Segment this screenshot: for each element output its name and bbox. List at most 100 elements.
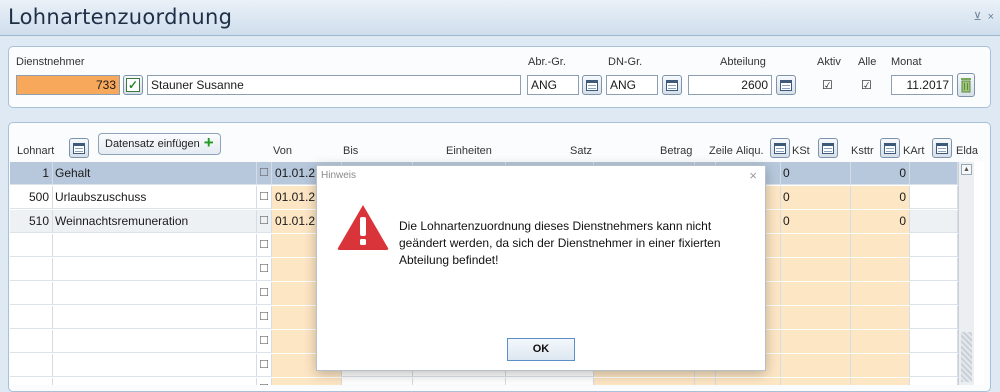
table-cell-kart[interactable]: 0 xyxy=(851,210,910,233)
close-icon[interactable]: × xyxy=(988,11,994,23)
table-cell[interactable] xyxy=(506,378,594,385)
table-cell-ksttr[interactable]: 0 xyxy=(781,210,851,233)
table-cell-cb[interactable]: ☐ xyxy=(257,354,272,377)
table-cell-cb[interactable]: ☐ xyxy=(257,234,272,257)
alle-checkbox[interactable]: ☑ xyxy=(861,78,872,92)
table-cell[interactable] xyxy=(910,378,958,385)
table-cell-ksttr[interactable]: 0 xyxy=(781,186,851,209)
ksttr-lookup-button[interactable] xyxy=(880,138,900,158)
table-cell-kart[interactable] xyxy=(851,354,910,377)
table-cell-name[interactable]: Weinnachtsremuneration xyxy=(53,210,257,233)
table-cell-nr[interactable]: 500 xyxy=(10,186,53,209)
lohnart-lookup-button[interactable] xyxy=(69,138,89,158)
dialog-close-icon[interactable]: × xyxy=(749,168,757,183)
table-cell-kst[interactable] xyxy=(716,378,781,385)
table-cell-kart[interactable]: 0 xyxy=(851,186,910,209)
abr-gr-lookup-button[interactable] xyxy=(582,75,602,95)
table-cell[interactable] xyxy=(910,162,958,185)
vertical-scrollbar[interactable]: ▲ xyxy=(958,162,974,385)
table-cell-ksttr[interactable] xyxy=(781,234,851,257)
table-cell[interactable] xyxy=(910,354,958,377)
table-cell-ksttr[interactable] xyxy=(781,258,851,281)
table-cell[interactable] xyxy=(910,210,958,233)
table-cell[interactable] xyxy=(413,378,506,385)
table-cell-cb[interactable]: ☐ xyxy=(257,258,272,281)
table-cell-kart[interactable] xyxy=(851,258,910,281)
table-cell[interactable] xyxy=(695,378,716,385)
table-cell-von[interactable] xyxy=(272,378,342,385)
table-cell-ksttr[interactable] xyxy=(781,378,851,385)
col-lohnart[interactable]: Lohnart xyxy=(17,145,54,157)
table-cell-nr[interactable] xyxy=(10,354,53,377)
col-elda[interactable]: Elda xyxy=(956,145,978,157)
table-cell-kart[interactable] xyxy=(851,234,910,257)
table-cell-nr[interactable] xyxy=(10,258,53,281)
dienstnehmer-name-input[interactable]: Stauner Susanne xyxy=(147,75,521,95)
dn-gr-input[interactable]: ANG xyxy=(606,75,658,95)
table-cell-cb[interactable]: ☐ xyxy=(257,186,272,209)
kart-lookup-button[interactable] xyxy=(932,138,952,158)
table-cell-cb[interactable]: ☐ xyxy=(257,162,272,185)
table-cell-name[interactable] xyxy=(53,354,257,377)
table-row[interactable]: ☐ xyxy=(10,378,958,385)
confirm-button[interactable]: ✓ xyxy=(123,75,143,95)
col-einheiten[interactable]: Einheiten xyxy=(446,145,492,157)
table-cell[interactable] xyxy=(910,186,958,209)
col-satz[interactable]: Satz xyxy=(570,145,592,157)
table-cell-cb[interactable]: ☐ xyxy=(257,282,272,305)
table-cell-cb[interactable]: ☐ xyxy=(257,330,272,353)
table-cell-name[interactable]: Gehalt xyxy=(53,162,257,185)
ok-button[interactable]: OK xyxy=(507,338,575,361)
table-cell-nr[interactable] xyxy=(10,330,53,353)
monat-input[interactable]: 11.2017 xyxy=(891,75,953,95)
table-cell[interactable] xyxy=(910,234,958,257)
table-cell[interactable] xyxy=(342,378,413,385)
dn-gr-lookup-button[interactable] xyxy=(662,75,682,95)
kst-lookup-button[interactable] xyxy=(770,138,790,158)
table-cell[interactable] xyxy=(594,378,695,385)
col-betrag[interactable]: Betrag xyxy=(660,145,692,157)
table-cell-ksttr[interactable] xyxy=(781,306,851,329)
kst-filter-button[interactable] xyxy=(818,138,838,158)
dienstnehmer-nr-input[interactable]: 733 xyxy=(16,75,120,95)
table-cell-name[interactable] xyxy=(53,282,257,305)
table-cell-name[interactable] xyxy=(53,258,257,281)
table-cell-ksttr[interactable] xyxy=(781,282,851,305)
abteilung-input[interactable]: 2600 xyxy=(688,75,772,95)
col-ksttr[interactable]: Ksttr xyxy=(851,145,874,157)
abr-gr-input[interactable]: ANG xyxy=(527,75,579,95)
table-cell-kart[interactable]: 0 xyxy=(851,162,910,185)
aktiv-checkbox[interactable]: ☑ xyxy=(822,78,833,92)
table-cell-name[interactable] xyxy=(53,378,257,385)
table-cell-name[interactable]: Urlaubszuschuss xyxy=(53,186,257,209)
table-cell-name[interactable] xyxy=(53,234,257,257)
monat-reset-button[interactable] xyxy=(957,73,975,97)
table-cell-kart[interactable] xyxy=(851,306,910,329)
table-cell-ksttr[interactable] xyxy=(781,354,851,377)
table-cell-nr[interactable] xyxy=(10,282,53,305)
col-bis[interactable]: Bis xyxy=(343,145,358,157)
table-cell-cb[interactable]: ☐ xyxy=(257,378,272,385)
table-cell[interactable] xyxy=(910,306,958,329)
table-cell-kart[interactable] xyxy=(851,282,910,305)
table-cell[interactable] xyxy=(910,258,958,281)
col-aliqu[interactable]: Aliqu. xyxy=(736,145,764,157)
table-cell-nr[interactable] xyxy=(10,234,53,257)
table-cell-nr[interactable]: 510 xyxy=(10,210,53,233)
table-cell-name[interactable] xyxy=(53,330,257,353)
table-cell-nr[interactable]: 1 xyxy=(10,162,53,185)
table-cell-ksttr[interactable] xyxy=(781,330,851,353)
col-von[interactable]: Von xyxy=(273,145,292,157)
table-cell[interactable] xyxy=(910,282,958,305)
table-cell-nr[interactable] xyxy=(10,378,53,385)
col-kart[interactable]: KArt xyxy=(903,145,924,157)
col-kst[interactable]: KSt xyxy=(792,145,810,157)
table-cell[interactable] xyxy=(910,330,958,353)
table-cell-kart[interactable] xyxy=(851,378,910,385)
abteilung-lookup-button[interactable] xyxy=(776,75,796,95)
table-cell-kart[interactable] xyxy=(851,330,910,353)
col-zeile[interactable]: Zeile xyxy=(709,145,733,157)
table-cell-cb[interactable]: ☐ xyxy=(257,210,272,233)
scroll-up-icon[interactable]: ▲ xyxy=(961,164,972,175)
table-cell-ksttr[interactable]: 0 xyxy=(781,162,851,185)
